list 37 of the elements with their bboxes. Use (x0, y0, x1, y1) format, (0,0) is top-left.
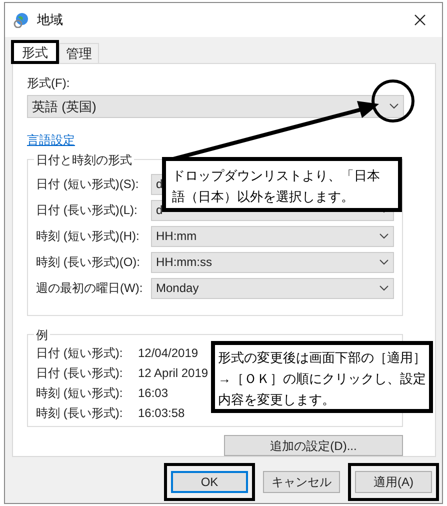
window-title: 地域 (37, 11, 64, 30)
dialog-button[interactable]: 適用(A) (355, 471, 432, 493)
field-label: 形式(F): (27, 75, 71, 92)
globe-icon (13, 12, 29, 28)
dropdown-value: Monday (156, 280, 199, 298)
field-label: 週の最初の曜日(W): (36, 280, 144, 298)
dialog-button[interactable]: キャンセル (263, 471, 340, 493)
field-label: 時刻 (長い形式)(O): (36, 254, 141, 272)
tab[interactable]: 形式 (11, 40, 59, 64)
additional-settings-button[interactable]: 追加の設定(D)... (224, 435, 403, 456)
dropdown-value: d (156, 176, 163, 194)
example-label: 時刻 (長い形式): (36, 405, 124, 422)
dropdown-value: HH:mm:ss (156, 254, 212, 272)
callout-tooltip: ドロップダウンリストより、「日本語（日本）以外を選択します。 (162, 157, 402, 212)
example-value: 12 April 2019 (138, 365, 208, 382)
field-label: 時刻 (短い形式)(H): (36, 228, 140, 246)
dialog-button[interactable]: OK (171, 471, 248, 493)
example-label: 時刻 (短い形式): (36, 385, 124, 402)
dropdown[interactable]: HH:mm (151, 226, 394, 247)
dropdown-value: d (156, 202, 163, 220)
close-icon[interactable] (414, 14, 426, 26)
field-label: 日付 (長い形式)(L): (36, 202, 138, 220)
tab[interactable]: 管理 (59, 43, 99, 63)
example-value: 12/04/2019 (138, 345, 198, 362)
language-settings-link[interactable]: 言語設定 (27, 130, 75, 149)
format-dropdown[interactable]: 英語 (英国) (27, 95, 404, 118)
example-value: 16:03 (138, 385, 168, 402)
example-label: 日付 (長い形式): (36, 365, 124, 382)
group-title: 日付と時刻の形式 (34, 150, 134, 169)
example-label: 日付 (短い形式): (36, 345, 124, 362)
dropdown-value: HH:mm (156, 228, 197, 246)
dropdown-value: 英語 (英国) (32, 98, 96, 116)
callout-tooltip: 形式の変更後は画面下部の［適用］→［ＯＫ］の順にクリックし、設定内容を変更します。 (211, 341, 433, 413)
dropdown[interactable]: Monday (151, 278, 394, 299)
field-label: 日付 (短い形式)(S): (36, 176, 140, 194)
dropdown[interactable]: HH:mm:ss (151, 252, 394, 273)
example-value: 16:03:58 (138, 405, 185, 422)
